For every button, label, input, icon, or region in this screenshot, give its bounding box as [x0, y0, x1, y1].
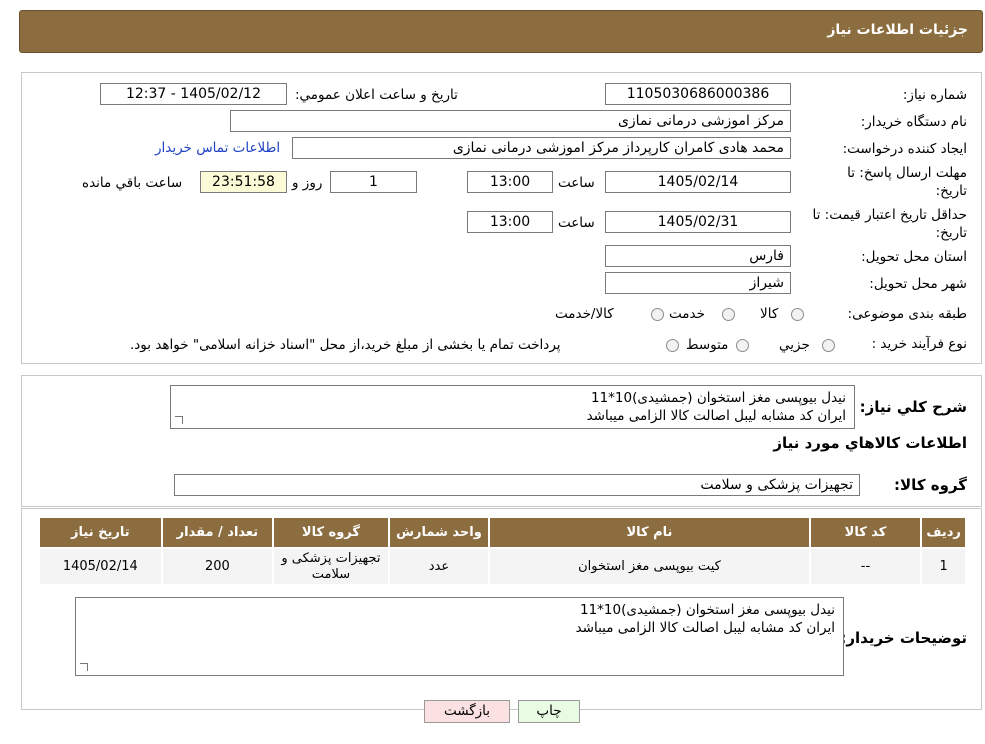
category-radio-both[interactable] — [651, 308, 664, 321]
cell-goods-name: کیت بیوپسی مغز استخوان — [488, 547, 811, 586]
summary-line-1: نیدل بیوپسی مغز استخوان (جمشیدی)10*11 — [590, 390, 846, 406]
price-validity-label-2: تاريخ: — [935, 225, 967, 241]
buyer-notes-label: توضيحات خريدار: — [840, 629, 967, 647]
col-goods-group: گروه کالا — [272, 516, 390, 549]
resize-grip-icon[interactable] — [175, 416, 183, 424]
category-radio-service[interactable] — [722, 308, 735, 321]
print-button[interactable]: چاپ — [518, 700, 580, 723]
col-row-number: رديف — [920, 516, 967, 549]
delivery-province-field: فارس — [605, 245, 791, 267]
announce-datetime-label: تاريخ و ساعت اعلان عمومي: — [295, 87, 458, 103]
goods-table: رديف کد کالا نام کالا واحد شمارش گروه کا… — [38, 516, 967, 586]
purchase-radio-medium[interactable] — [736, 339, 749, 352]
announce-datetime-field: 1405/02/12 - 12:37 — [100, 83, 287, 105]
buyer-notes-line-1: نیدل بیوپسی مغز استخوان (جمشیدی)10*11 — [579, 602, 835, 618]
buyer-notes-line-2: ایران کد مشابه لیبل اصالت کالا الزامی می… — [575, 620, 835, 636]
goods-group-field: تجهیزات پزشکی و سلامت — [174, 474, 860, 496]
delivery-city-field: شيراز — [605, 272, 791, 294]
delivery-city-label: شهر محل تحويل: — [869, 276, 967, 292]
col-goods-name: نام کالا — [488, 516, 811, 549]
cell-row-number: 1 — [920, 547, 967, 586]
price-validity-time-label: ساعت — [558, 215, 595, 231]
purchase-option-minor: جزيي — [779, 337, 810, 353]
purchase-treasury-note: پرداخت تمام يا بخشی از مبلغ خريد،از محل … — [130, 337, 561, 353]
purchase-radio-minor[interactable] — [822, 339, 835, 352]
need-number-label: شماره نیاز: — [902, 87, 967, 103]
reply-deadline-label-2: تاريخ: — [935, 183, 967, 199]
cell-goods-code: -- — [808, 547, 923, 586]
col-quantity: تعداد / مقدار — [160, 516, 275, 549]
buyer-org-label: نام دستگاه خريدار: — [860, 114, 967, 130]
category-radio-goods[interactable] — [791, 308, 804, 321]
purchase-radio-treasury[interactable] — [666, 339, 679, 352]
reply-deadline-date: 1405/02/14 — [605, 171, 791, 193]
goods-section-title: اطلاعات کالاهاي مورد نياز — [773, 434, 967, 452]
buyer-contact-link[interactable]: اطلاعات تماس خريدار — [155, 140, 280, 156]
purchase-option-medium: متوسط — [686, 337, 729, 353]
col-goods-code: کد کالا — [808, 516, 923, 549]
reply-deadline-time-label: ساعت — [558, 175, 595, 191]
buyer-org-field: مرکز اموزشی درمانی نمازی — [230, 110, 791, 132]
table-header-row: رديف کد کالا نام کالا واحد شمارش گروه کا… — [38, 516, 967, 549]
category-option-both: کالا/خدمت — [555, 306, 614, 322]
price-validity-date: 1405/02/31 — [605, 211, 791, 233]
cell-need-date: 1405/02/14 — [38, 547, 163, 586]
reply-deadline-days: 1 — [330, 171, 417, 193]
category-option-goods: کالا — [760, 306, 779, 322]
need-number-field: 1105030686000386 — [605, 83, 791, 105]
summary-textarea[interactable]: نیدل بیوپسی مغز استخوان (جمشیدی)10*11 ای… — [170, 385, 855, 429]
cell-goods-group: تجهیزات پزشکی و سلامت — [272, 547, 390, 586]
price-validity-time: 13:00 — [467, 211, 553, 233]
buyer-notes-textarea[interactable]: نیدل بیوپسی مغز استخوان (جمشیدی)10*11 ای… — [75, 597, 844, 676]
goods-group-label: گروه کالا: — [894, 476, 967, 494]
reply-deadline-time: 13:00 — [467, 171, 553, 193]
table-row: 1 -- کیت بیوپسی مغز استخوان عدد تجهیزات … — [38, 547, 967, 586]
reply-deadline-label: مهلت ارسال پاسخ: تا — [847, 165, 967, 181]
cell-quantity: 200 — [160, 547, 275, 586]
summary-line-2: ایران کد مشابه لیبل اصالت کالا الزامی می… — [586, 408, 846, 424]
back-button[interactable]: بازگشت — [424, 700, 510, 723]
col-unit: واحد شمارش — [387, 516, 491, 549]
requester-label: ايجاد کننده درخواست: — [842, 141, 967, 157]
price-validity-label: حداقل تاريخ اعتبار قيمت: تا — [812, 207, 967, 223]
summary-label: شرح کلي نياز: — [859, 398, 967, 416]
days-label: روز و — [292, 175, 323, 191]
page-title: جزئیات اطلاعات نیاز — [827, 22, 968, 38]
col-need-date: تاريخ نياز — [38, 516, 163, 549]
purchase-type-label: نوع فرآيند خريد : — [871, 336, 967, 352]
remaining-time-label: ساعت باقي مانده — [82, 175, 183, 191]
cell-unit: عدد — [387, 547, 491, 586]
category-option-service: خدمت — [669, 306, 705, 322]
requester-field: محمد هادی کامران کارپرداز مرکز اموزشی در… — [292, 137, 791, 159]
resize-grip-icon[interactable] — [80, 663, 88, 671]
page-header: جزئیات اطلاعات نیاز — [19, 10, 983, 53]
remaining-time-field: 23:51:58 — [200, 171, 287, 193]
delivery-province-label: استان محل تحويل: — [861, 249, 967, 265]
category-label: طبقه بندی موضوعی: — [847, 306, 967, 322]
